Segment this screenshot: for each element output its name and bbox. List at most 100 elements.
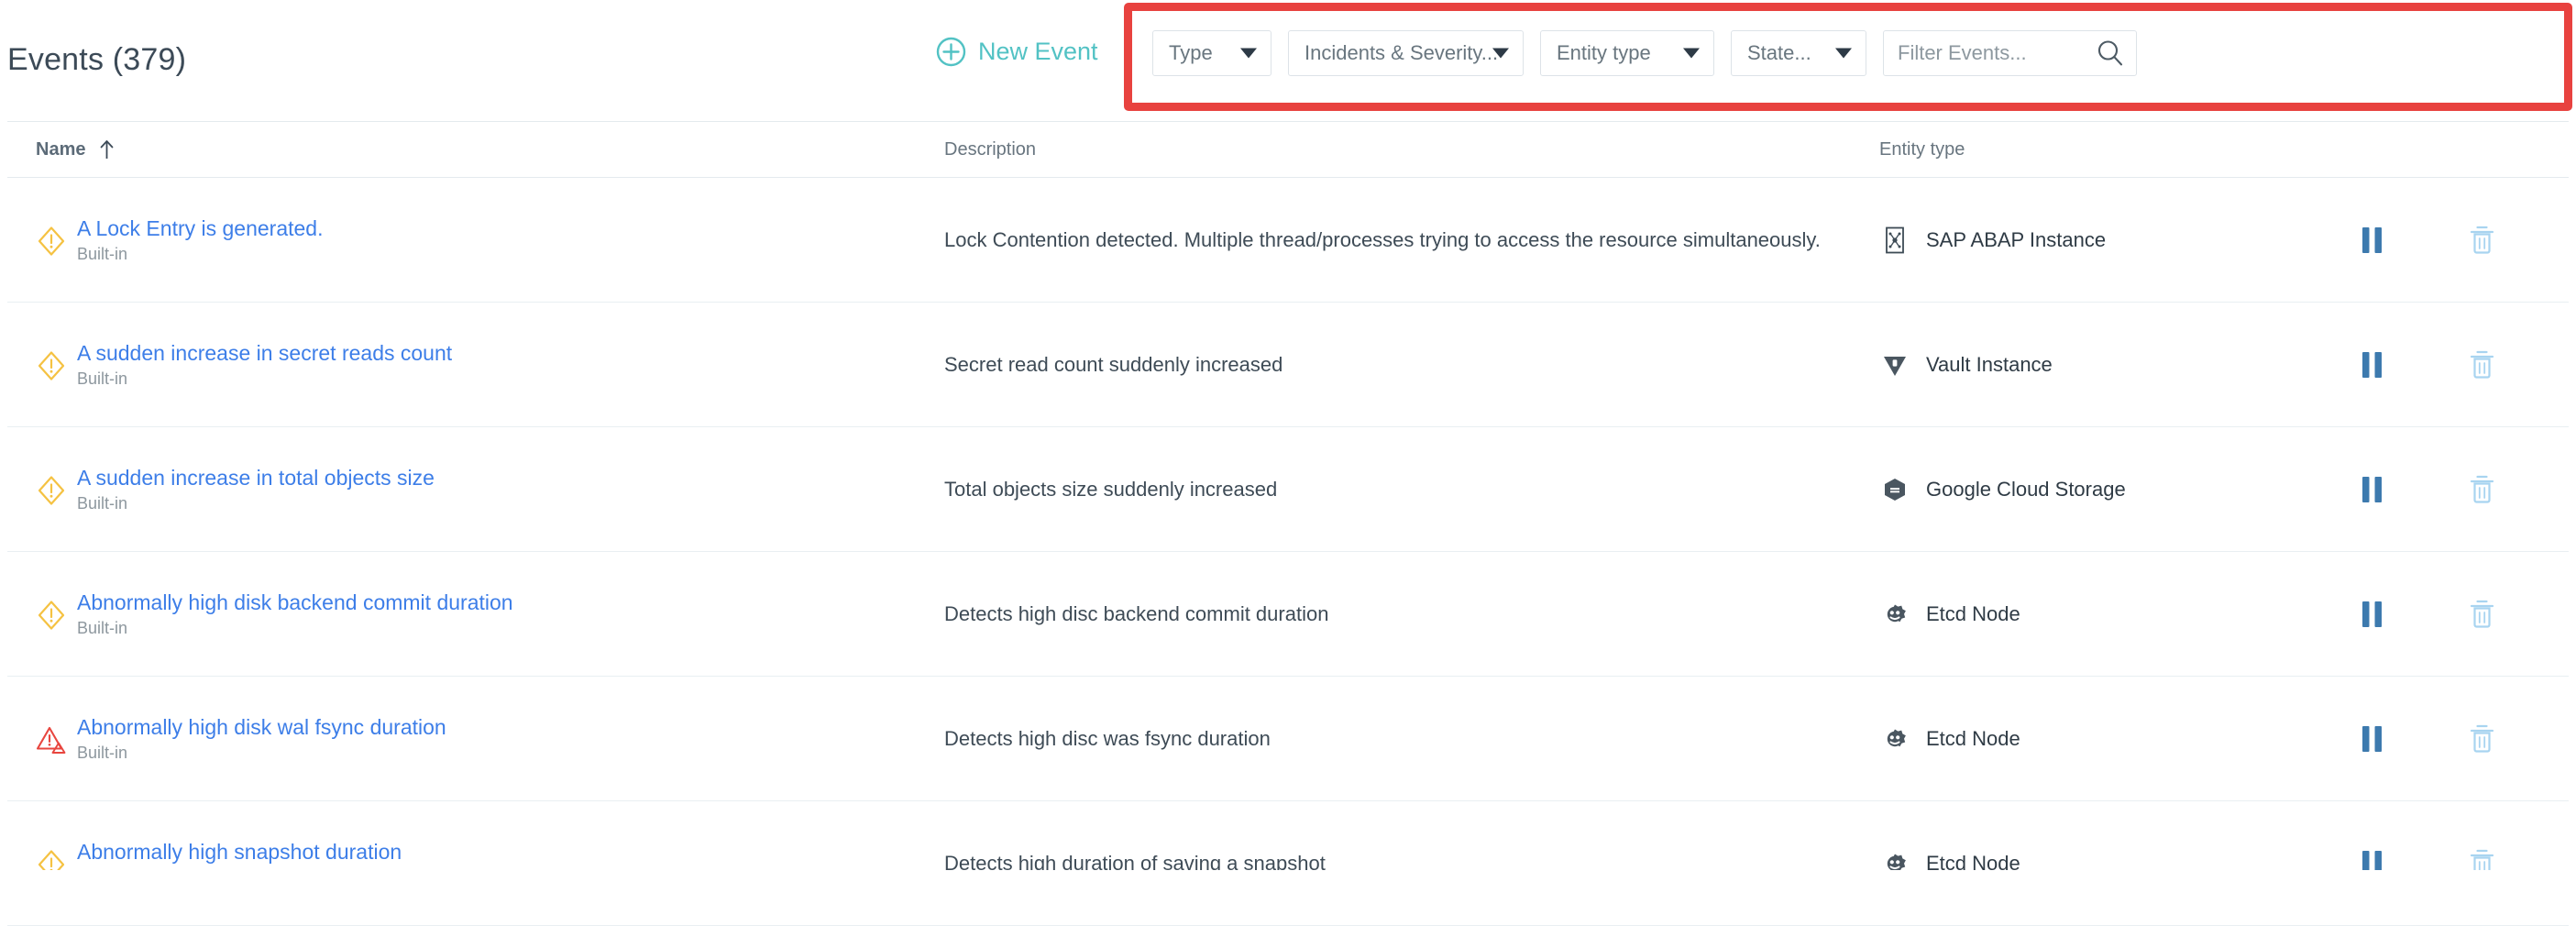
table-row[interactable]: Abnormally high disk backend commit dura…	[7, 552, 2569, 677]
filter-type-select[interactable]: Type	[1152, 30, 1271, 76]
sap-abap-instance-icon	[1879, 225, 1910, 256]
event-name-link[interactable]: A sudden increase in secret reads count	[77, 340, 452, 367]
events-page: Events (379) New Event Type Incidents & …	[0, 0, 2576, 926]
table-clipped-row-viewport: ACE Connection status between Queue Mana…	[7, 870, 2569, 902]
cell-description	[944, 870, 1864, 902]
row-actions	[2295, 552, 2569, 676]
new-event-button[interactable]: New Event	[936, 37, 1098, 67]
event-name-link[interactable]: Abnormally high snapshot duration	[77, 839, 402, 865]
page-title: Events (379)	[7, 42, 187, 77]
arrow-up-icon	[99, 138, 115, 160]
search-input[interactable]	[1884, 31, 2087, 75]
pause-button[interactable]	[2346, 339, 2397, 391]
row-actions	[2295, 801, 2569, 925]
pause-icon	[2361, 725, 2383, 753]
chevron-down-icon	[1835, 48, 1852, 59]
events-table: Name Description Entity type A Lock Entr…	[7, 121, 2569, 926]
severity-warning-icon	[36, 600, 67, 631]
table-row[interactable]: ACE Connection status between Queue Mana…	[7, 870, 2569, 902]
entity-type-label: Etcd Node	[1926, 726, 2020, 750]
cell-name: ACE Connection status between Queue Mana…	[7, 870, 944, 902]
cell-name: A Lock Entry is generated. Built-in	[7, 178, 944, 302]
event-description: Total objects size suddenly increased	[944, 477, 1278, 501]
trash-icon	[2469, 349, 2495, 380]
etcd-node-icon	[1879, 599, 1910, 630]
filter-state-label: State...	[1747, 41, 1811, 64]
table-header-row: Name Description Entity type	[7, 121, 2569, 178]
cell-description: Secret read count suddenly increased	[944, 303, 1864, 426]
event-description: Lock Contention detected. Multiple threa…	[944, 227, 1821, 251]
filter-incidents-severity-select[interactable]: Incidents & Severity...	[1288, 30, 1524, 76]
etcd-node-icon	[1879, 723, 1910, 755]
entity-type-label: Vault Instance	[1926, 352, 2053, 376]
event-description: Secret read count suddenly increased	[944, 352, 1283, 376]
cell-entity-type: SAP ABAP Instance	[1864, 178, 2295, 302]
severity-critical-icon	[36, 724, 67, 755]
event-description: Detects high disc backend commit duratio…	[944, 601, 1329, 625]
chevron-down-icon	[1683, 48, 1700, 59]
event-description: Detects high disc was fsync duration	[944, 726, 1271, 750]
cell-description: Detects high duration of saving a snapsh…	[944, 801, 1864, 925]
table-row[interactable]: A sudden increase in secret reads count B…	[7, 303, 2569, 427]
table-row[interactable]: Abnormally high disk wal fsync duration B…	[7, 677, 2569, 801]
cell-entity-type: Etcd Node	[1864, 677, 2295, 800]
table-row[interactable]: A sudden increase in total objects size B…	[7, 427, 2569, 552]
row-actions	[2295, 303, 2569, 426]
filter-type-label: Type	[1169, 41, 1213, 64]
event-source-label: Built-in	[77, 618, 128, 637]
pause-button[interactable]	[2346, 215, 2397, 266]
cell-description: Detects high disc backend commit duratio…	[944, 552, 1864, 676]
event-name-link[interactable]: A sudden increase in total objects size	[77, 465, 435, 491]
pause-button[interactable]	[2346, 713, 2397, 765]
severity-warning-icon	[36, 350, 67, 381]
cell-name: A sudden increase in secret reads count B…	[7, 303, 944, 426]
cell-entity-type	[1864, 870, 2295, 902]
severity-warning-icon	[36, 475, 67, 506]
table-row[interactable]: A Lock Entry is generated. Built-in Lock C…	[7, 178, 2569, 303]
event-source-label: Built-in	[77, 493, 128, 513]
row-actions	[2295, 427, 2569, 551]
new-event-label: New Event	[978, 38, 1098, 65]
column-header-entity-type[interactable]: Entity type	[1864, 139, 2295, 160]
cell-name: Abnormally high disk wal fsync duration B…	[7, 677, 944, 800]
cell-description: Total objects size suddenly increased	[944, 427, 1864, 551]
severity-warning-icon	[36, 226, 67, 257]
vault-instance-icon	[1879, 349, 1910, 380]
event-source-label: Built-in	[77, 244, 128, 263]
plus-circle-icon	[936, 37, 966, 67]
cell-name: A sudden increase in total objects size B…	[7, 427, 944, 551]
table-body: A Lock Entry is generated. Built-in Lock C…	[7, 178, 2569, 926]
column-header-name[interactable]: Name	[7, 138, 944, 160]
delete-button[interactable]	[2456, 215, 2507, 266]
pause-icon	[2361, 476, 2383, 503]
cell-name: Abnormally high disk backend commit dura…	[7, 552, 944, 676]
column-header-entity-type-label: Entity type	[1879, 138, 1965, 160]
cell-entity-type: Google Cloud Storage	[1864, 427, 2295, 551]
delete-button[interactable]	[2456, 589, 2507, 640]
cell-description: Detects high disc was fsync duration	[944, 677, 1864, 800]
delete-button[interactable]	[2456, 713, 2507, 765]
filter-state-select[interactable]: State...	[1731, 30, 1866, 76]
row-actions	[2295, 178, 2569, 302]
pause-button[interactable]	[2346, 589, 2397, 640]
event-name-link[interactable]: A Lock Entry is generated.	[77, 215, 324, 242]
entity-type-label: Google Cloud Storage	[1926, 477, 2126, 501]
event-name-link[interactable]: Abnormally high disk wal fsync duration	[77, 714, 446, 741]
delete-button[interactable]	[2456, 339, 2507, 391]
search-icon[interactable]	[2096, 39, 2125, 68]
filter-entity-type-select[interactable]: Entity type	[1540, 30, 1714, 76]
pause-icon	[2361, 351, 2383, 379]
event-name-link[interactable]: Abnormally high disk backend commit dura…	[77, 590, 513, 616]
trash-icon	[2469, 723, 2495, 754]
delete-button[interactable]	[2456, 464, 2507, 515]
chevron-down-icon	[1240, 48, 1257, 59]
pause-button[interactable]	[2346, 464, 2397, 515]
column-header-description[interactable]: Description	[944, 139, 1864, 160]
google-cloud-storage-icon	[1879, 474, 1910, 505]
column-header-name-label: Name	[36, 138, 86, 160]
cell-entity-type: Etcd Node	[1864, 801, 2295, 925]
table-row[interactable]: Abnormally high snapshot durationBuilt-i…	[7, 801, 2569, 926]
filter-events-search[interactable]	[1883, 30, 2137, 76]
filter-incidents-severity-label: Incidents & Severity...	[1305, 41, 1499, 64]
cell-description: Lock Contention detected. Multiple threa…	[944, 178, 1864, 302]
